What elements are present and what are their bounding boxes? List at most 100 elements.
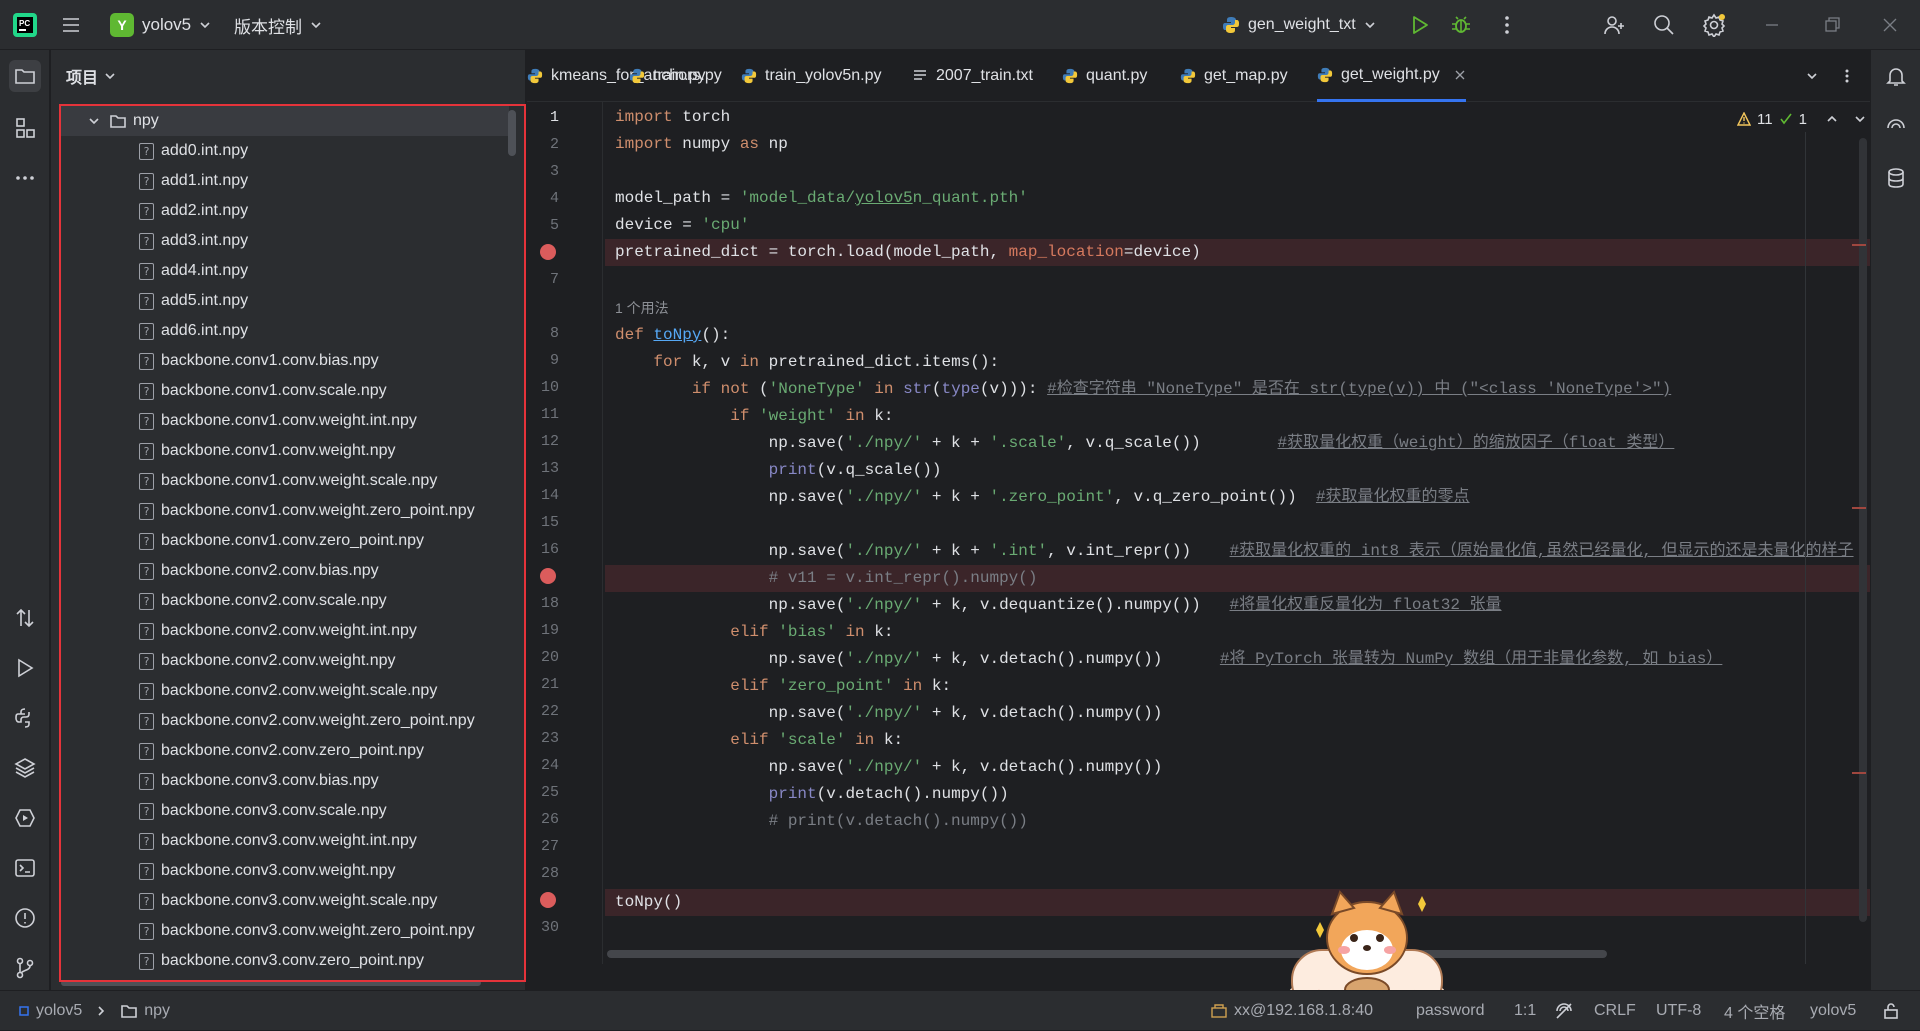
tree-file-item[interactable]: ? backbone.conv1.conv.zero_point.npy <box>59 526 509 556</box>
debug-button[interactable] <box>1450 0 1472 50</box>
breakpoint-icon[interactable] <box>540 568 556 584</box>
tree-file-item[interactable]: ? backbone.conv1.conv.weight.int.npy <box>59 406 509 436</box>
breadcrumb-folder[interactable]: npy <box>144 1002 170 1020</box>
run-button[interactable] <box>1408 0 1430 50</box>
tree-file-item[interactable]: ? backbone.conv2.conv.scale.npy <box>59 586 509 616</box>
editor-tab[interactable]: train.py <box>629 50 705 102</box>
line-number[interactable]: 26 <box>527 811 559 828</box>
line-number[interactable]: 4 <box>527 190 559 207</box>
tab-list-dropdown[interactable] <box>1805 50 1819 102</box>
tree-file-item[interactable]: ? backbone.conv2.conv.weight.int.npy <box>59 616 509 646</box>
project-panel-header[interactable]: 项目 <box>51 50 526 102</box>
tree-file-item[interactable]: ? backbone.conv2.conv.bias.npy <box>59 556 509 586</box>
line-ending[interactable]: CRLF <box>1594 991 1636 1031</box>
ai-assistant-button[interactable] <box>1880 110 1912 142</box>
tree-file-item[interactable]: ? backbone.conv3.conv.weight.npy <box>59 856 509 886</box>
line-number[interactable]: 2 <box>527 136 559 153</box>
inspection-disabled-icon[interactable] <box>1554 991 1574 1031</box>
line-number[interactable]: 13 <box>527 460 559 477</box>
tab-more-icon[interactable] <box>1839 50 1855 102</box>
tree-file-item[interactable]: ? backbone.conv1.conv.weight.npy <box>59 436 509 466</box>
restore-window-icon[interactable] <box>1822 0 1842 50</box>
editor-tab[interactable]: quant.py <box>1062 50 1147 102</box>
project-tool-button[interactable] <box>9 60 41 92</box>
line-number[interactable]: 3 <box>527 163 559 180</box>
chevron-down-icon[interactable] <box>87 114 101 128</box>
search-icon[interactable] <box>1652 0 1676 50</box>
close-window-icon[interactable] <box>1880 0 1900 50</box>
packages-tool-button[interactable] <box>9 752 41 784</box>
run-config-selector[interactable]: gen_weight_txt <box>1222 0 1376 50</box>
tree-file-item[interactable]: ? backbone.conv1.conv.weight.zero_point.n… <box>59 496 509 526</box>
editor-tab[interactable]: train_yolov5n.py <box>741 50 882 102</box>
line-number[interactable]: 18 <box>527 595 559 612</box>
line-number[interactable]: 9 <box>527 352 559 369</box>
editor-tab[interactable]: 2007_train.txt <box>912 50 1033 102</box>
breakpoint-icon[interactable] <box>540 244 556 260</box>
line-number[interactable]: 19 <box>527 622 559 639</box>
line-number[interactable]: 16 <box>527 541 559 558</box>
tree-file-item[interactable]: ? backbone.conv3.conv.scale.npy <box>59 796 509 826</box>
tree-file-item[interactable]: ? backbone.conv3.conv.weight.zero_point.n… <box>59 916 509 946</box>
tree-file-item[interactable]: ? backbone.conv1.conv.weight.scale.npy <box>59 466 509 496</box>
line-number[interactable]: 27 <box>527 838 559 855</box>
line-number[interactable]: 20 <box>527 649 559 666</box>
tree-file-item[interactable]: ? backbone.conv1.conv.bias.npy <box>59 346 509 376</box>
tree-scrollbar-thumb[interactable] <box>508 110 516 156</box>
tree-file-item[interactable]: ? backbone.conv3.conv.bias.npy <box>59 766 509 796</box>
auth-method[interactable]: password <box>1416 991 1484 1031</box>
more-tools-button[interactable] <box>9 162 41 194</box>
file-encoding[interactable]: UTF-8 <box>1656 991 1701 1031</box>
tree-file-item[interactable]: ? add3.int.npy <box>59 226 509 256</box>
more-actions-icon[interactable] <box>1496 0 1518 50</box>
tree-file-item[interactable]: ? backbone.conv1.conv.scale.npy <box>59 376 509 406</box>
python-console-button[interactable] <box>9 702 41 734</box>
git-tool-button[interactable] <box>9 952 41 984</box>
commit-tool-button[interactable] <box>9 602 41 634</box>
line-number[interactable]: 28 <box>527 865 559 882</box>
line-number[interactable]: 22 <box>527 703 559 720</box>
indent-setting[interactable]: 4 个空格 <box>1724 991 1785 1031</box>
line-number[interactable]: 10 <box>527 379 559 396</box>
line-number[interactable]: 24 <box>527 757 559 774</box>
editor-tab[interactable]: get_map.py <box>1180 50 1288 102</box>
structure-tool-button[interactable] <box>9 112 41 144</box>
line-number[interactable]: 15 <box>527 514 559 531</box>
minimize-window-icon[interactable] <box>1762 0 1782 50</box>
tree-h-scrollbar[interactable] <box>61 980 481 986</box>
line-number[interactable]: 23 <box>527 730 559 747</box>
main-menu-icon[interactable] <box>60 0 82 50</box>
project-switcher[interactable]: Y yolov5 <box>110 0 211 50</box>
tree-file-item[interactable]: ? add1.int.npy <box>59 166 509 196</box>
line-number[interactable]: 5 <box>527 217 559 234</box>
read-only-lock-icon[interactable] <box>1882 991 1900 1031</box>
inspection-widget[interactable]: 11 1 <box>1737 108 1867 130</box>
line-number[interactable]: 14 <box>527 487 559 504</box>
tree-file-item[interactable]: ? backbone.conv2.conv.weight.scale.npy <box>59 676 509 706</box>
tree-file-item[interactable]: ? add5.int.npy <box>59 286 509 316</box>
editor-v-scrollbar[interactable] <box>1859 138 1867 922</box>
settings-gear-icon[interactable] <box>1702 0 1726 50</box>
breakpoint-icon[interactable] <box>540 892 556 908</box>
line-number[interactable]: 11 <box>527 406 559 423</box>
tree-file-item[interactable]: ? add6.int.npy <box>59 316 509 346</box>
tree-file-item[interactable]: ? backbone.conv3.conv.weight.scale.npy <box>59 886 509 916</box>
line-number[interactable]: 12 <box>527 433 559 450</box>
tree-file-item[interactable]: ? add0.int.npy <box>59 136 509 166</box>
remote-host-widget[interactable]: xx@192.168.1.8:40 <box>1210 991 1373 1031</box>
chevron-up-icon[interactable] <box>1825 112 1839 126</box>
vcs-menu[interactable]: 版本控制 <box>234 0 322 50</box>
tree-file-item[interactable]: ? backbone.conv2.conv.weight.npy <box>59 646 509 676</box>
problems-tool-button[interactable] <box>9 902 41 934</box>
terminal-tool-button[interactable] <box>9 852 41 884</box>
editor-tab[interactable]: get_weight.py <box>1317 50 1466 102</box>
tree-file-item[interactable]: ? add2.int.npy <box>59 196 509 226</box>
services-tool-button[interactable] <box>9 802 41 834</box>
code-area[interactable]: import torch import numpy as np model_pa… <box>605 102 1870 964</box>
database-button[interactable] <box>1880 162 1912 194</box>
tree-file-item[interactable]: ? backbone.conv2.conv.weight.zero_point.n… <box>59 706 509 736</box>
line-number[interactable]: 21 <box>527 676 559 693</box>
app-logo-icon[interactable]: PC <box>12 0 38 50</box>
add-user-icon[interactable] <box>1602 0 1626 50</box>
tree-file-item[interactable]: ? add4.int.npy <box>59 256 509 286</box>
